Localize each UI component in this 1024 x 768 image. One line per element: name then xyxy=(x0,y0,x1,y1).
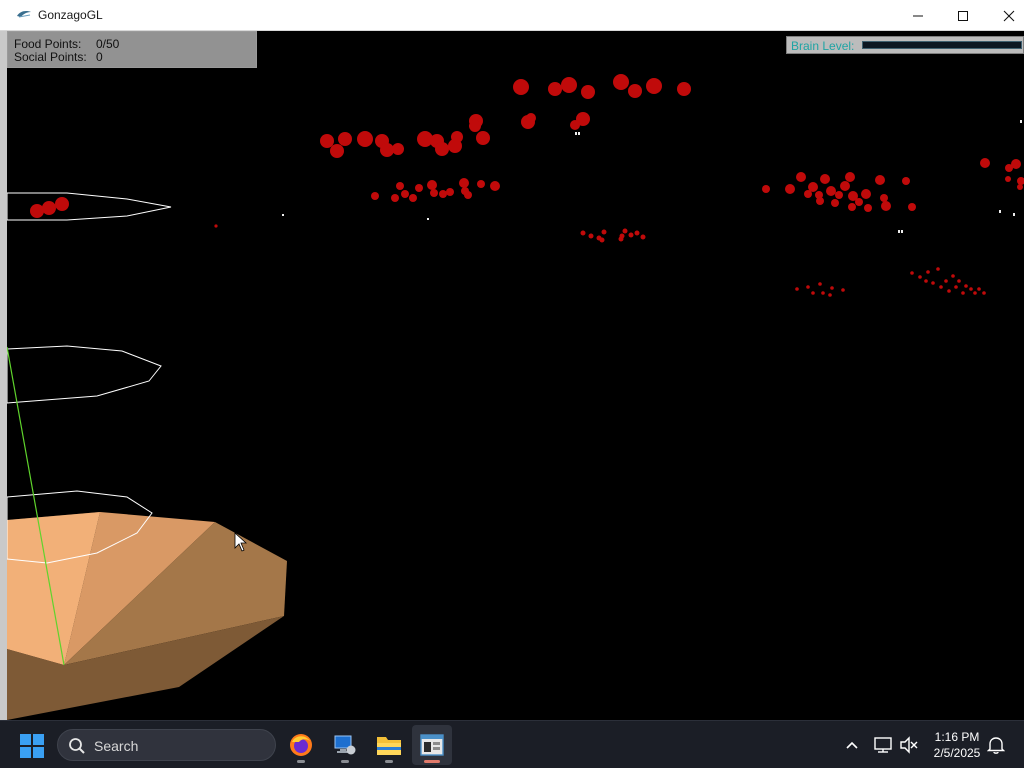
folder-icon xyxy=(377,737,401,755)
clock-date: 2/5/2025 xyxy=(933,746,981,760)
gl-viewport[interactable]: Food Points: 0/50 Social Points: 0 Brain L… xyxy=(7,31,1024,720)
window-left-frame xyxy=(0,31,7,720)
maximize-button[interactable] xyxy=(940,0,986,31)
network-icon[interactable] xyxy=(873,735,893,755)
brain-level-bar xyxy=(862,41,1022,49)
app-indicator xyxy=(341,760,349,763)
food-points-value: 0/50 xyxy=(96,37,120,51)
windows-logo-icon xyxy=(20,734,44,758)
window-title: GonzagoGL xyxy=(38,8,103,22)
brain-level-panel: Brain Level: xyxy=(786,36,1024,54)
food-cluster-i xyxy=(910,267,986,295)
start-button[interactable] xyxy=(20,734,44,758)
food-cluster-d xyxy=(762,172,916,212)
brain-level-label: Brain Level: xyxy=(791,39,855,53)
search-placeholder: Search xyxy=(94,738,139,754)
search-icon xyxy=(69,738,85,754)
minimize-icon xyxy=(913,15,923,16)
maximize-icon xyxy=(958,10,968,21)
close-button[interactable] xyxy=(986,0,1024,31)
app-icon xyxy=(17,11,31,18)
food-cluster-b xyxy=(320,120,490,158)
food-cluster-g xyxy=(580,228,646,243)
taskbar-search[interactable]: Search xyxy=(57,729,276,761)
taskbar-app-remote-desktop[interactable] xyxy=(325,725,365,765)
scene-canvas xyxy=(7,74,1024,720)
taskbar: Search 1:16 PM 2/5/2025 xyxy=(0,720,1024,768)
app-indicator xyxy=(297,760,305,763)
taskbar-clock[interactable]: 1:16 PM 2/5/2025 xyxy=(924,729,990,761)
firefox-icon xyxy=(290,734,312,756)
stats-panel: Food Points: 0/50 Social Points: 0 xyxy=(7,31,257,68)
ring-middle xyxy=(7,345,162,404)
social-points-row: Social Points: 0 xyxy=(14,51,256,64)
app-indicator xyxy=(424,760,440,763)
app-indicator xyxy=(385,760,393,763)
close-icon xyxy=(1003,10,1015,21)
app-window-icon xyxy=(420,734,444,756)
taskbar-app-file-explorer[interactable] xyxy=(369,725,409,765)
clock-time: 1:16 PM xyxy=(934,730,980,744)
bell-icon[interactable] xyxy=(987,735,1005,755)
food-speck-small xyxy=(214,224,218,228)
food-cluster-f xyxy=(30,197,69,218)
distant-agents xyxy=(282,120,1022,233)
chevron-up-icon[interactable] xyxy=(845,735,859,755)
food-cluster-e xyxy=(980,158,1024,190)
volume-muted-icon[interactable] xyxy=(899,735,919,755)
wireframe-rings xyxy=(7,192,172,564)
social-points-value: 0 xyxy=(96,50,103,64)
taskbar-app-gonzagogl[interactable] xyxy=(412,725,452,765)
title-bar[interactable]: GonzagoGL xyxy=(0,0,1024,31)
taskbar-app-firefox[interactable] xyxy=(281,725,321,765)
remote-desktop-icon xyxy=(334,735,356,755)
minimize-button[interactable] xyxy=(895,0,941,31)
food-cluster-h xyxy=(795,282,845,297)
food-cluster-a xyxy=(469,74,691,130)
food-cluster-c xyxy=(371,178,500,202)
social-points-label: Social Points: xyxy=(14,50,87,64)
ring-top xyxy=(7,192,172,221)
